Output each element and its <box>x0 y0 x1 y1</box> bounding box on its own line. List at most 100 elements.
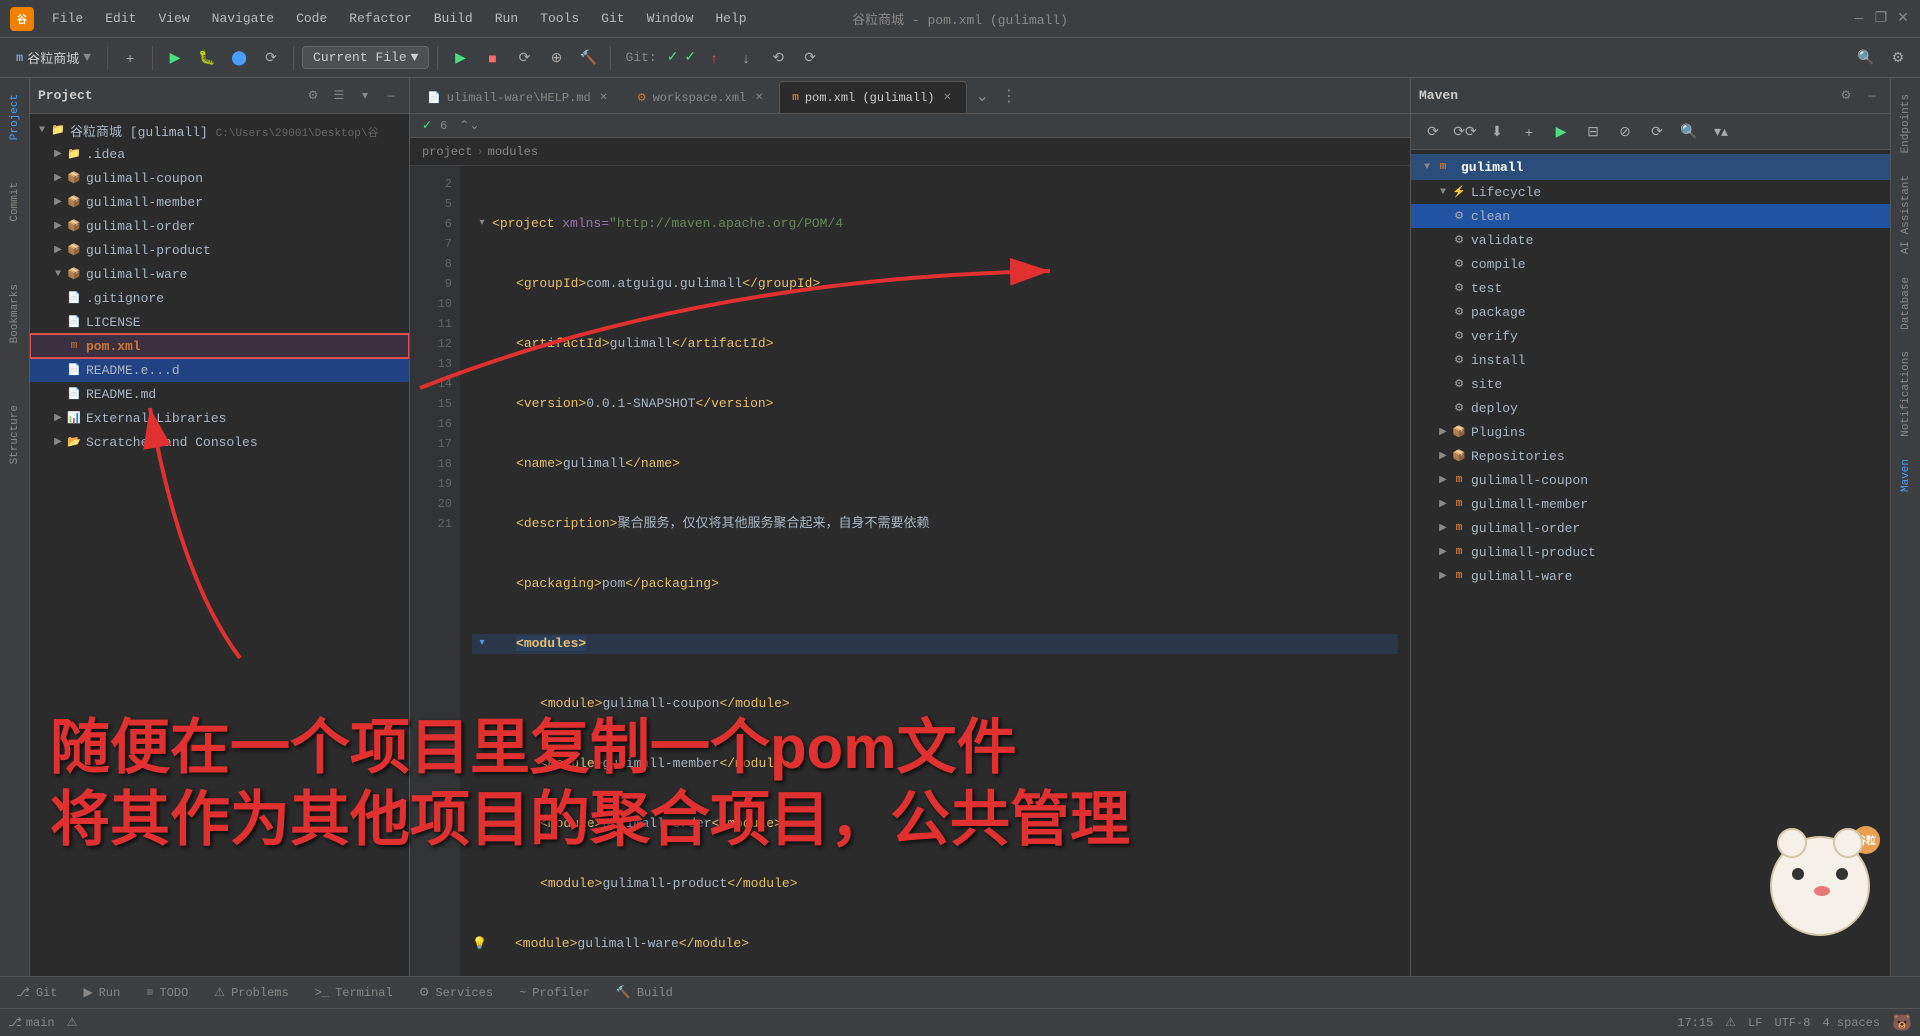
tree-item-readme-e[interactable]: 📄 README.e...d <box>30 358 409 382</box>
right-icon-endpoints[interactable]: Endpoints <box>1896 86 1916 161</box>
maven-refresh-all-button[interactable]: ⟳⟳ <box>1451 118 1479 146</box>
attach-button[interactable]: ⊕ <box>542 44 570 72</box>
menu-view[interactable]: View <box>148 7 199 30</box>
sidebar-icon-bookmarks[interactable]: Bookmarks <box>7 276 23 351</box>
tree-item-readme-md[interactable]: 📄 README.md <box>30 382 409 406</box>
menu-file[interactable]: File <box>42 7 93 30</box>
tree-root[interactable]: ▼ 📁 谷粒商城 [gulimall] C:\Users\29001\Deskt… <box>30 118 409 142</box>
maven-collapse-button[interactable]: ▾▴ <box>1707 118 1735 146</box>
close-button[interactable]: ✕ <box>1896 12 1910 26</box>
panel-collapse-icon[interactable]: ▾ <box>355 86 375 106</box>
tabs-overflow-button[interactable]: ⌄ <box>971 86 992 106</box>
sidebar-icon-commit[interactable]: Commit <box>7 174 23 230</box>
maven-root-item[interactable]: ▼ m gulimall <box>1411 154 1890 180</box>
menu-git[interactable]: Git <box>591 7 634 30</box>
maven-plugins-group[interactable]: ▶ 📦 Plugins <box>1411 420 1890 444</box>
maven-close-icon[interactable]: — <box>1862 86 1882 106</box>
menu-code[interactable]: Code <box>286 7 337 30</box>
maven-lifecycle-package[interactable]: ⚙ package <box>1411 300 1890 324</box>
project-selector[interactable]: m 谷粒商城 ▼ <box>8 44 99 71</box>
tab-pom-xml[interactable]: m pom.xml (gulimall) ✕ <box>779 81 967 113</box>
maven-download-button[interactable]: ⬇ <box>1483 118 1511 146</box>
settings-button[interactable]: ⚙ <box>1884 44 1912 72</box>
status-warnings2[interactable]: ⚠ <box>1725 1015 1736 1030</box>
run-button[interactable]: ▶ <box>161 44 189 72</box>
tree-item-member[interactable]: ▶ 📦 gulimall-member <box>30 190 409 214</box>
code-editor[interactable]: 2 5 6 7 8 9 10 11 12 13 14 15 16 17 18 1… <box>410 166 1410 976</box>
status-git-item[interactable]: ⎇ main <box>8 1015 55 1030</box>
tab-workspace-close-button[interactable]: ✕ <box>752 91 766 105</box>
status-indent[interactable]: 4 spaces <box>1822 1016 1880 1030</box>
fold-11-icon[interactable]: ▾ <box>472 634 492 654</box>
current-file-selector[interactable]: Current File ▼ <box>302 46 429 69</box>
menu-edit[interactable]: Edit <box>95 7 146 30</box>
maven-lifecycle-test[interactable]: ⚙ test <box>1411 276 1890 300</box>
panel-settings-icon[interactable]: ⚙ <box>303 86 323 106</box>
panel-layout-icon[interactable]: ☰ <box>329 86 349 106</box>
right-icon-database[interactable]: Database <box>1896 269 1916 338</box>
panel-pin-icon[interactable]: — <box>381 86 401 106</box>
profile-button[interactable]: ⟳ <box>257 44 285 72</box>
maven-lifecycle-install[interactable]: ⚙ install <box>1411 348 1890 372</box>
build-button[interactable]: 🔨 <box>574 44 602 72</box>
maven-settings-icon[interactable]: ⚙ <box>1836 86 1856 106</box>
maven-run-button[interactable]: ▶ <box>1547 118 1575 146</box>
menu-navigate[interactable]: Navigate <box>202 7 284 30</box>
maven-lifecycle-group[interactable]: ▼ ⚡ Lifecycle <box>1411 180 1890 204</box>
stop-button[interactable]: ■ <box>478 44 506 72</box>
maven-add-button[interactable]: + <box>1515 118 1543 146</box>
right-icon-maven[interactable]: Maven <box>1896 451 1916 500</box>
minimize-button[interactable]: — <box>1852 12 1866 26</box>
search-everywhere-button[interactable]: 🔍 <box>1852 44 1880 72</box>
tree-item-pom[interactable]: m pom.xml <box>30 334 409 358</box>
right-icon-ai[interactable]: AI Assistant <box>1896 167 1916 262</box>
coverage-button[interactable]: ⬤ <box>225 44 253 72</box>
tree-item-gitignore[interactable]: 📄 .gitignore <box>30 286 409 310</box>
tree-item-scratches[interactable]: ▶ 📂 Scratches and Consoles <box>30 430 409 454</box>
maven-lifecycle-clean[interactable]: ⚙ clean <box>1411 204 1890 228</box>
menu-build[interactable]: Build <box>424 7 483 30</box>
add-config-button[interactable]: + <box>116 44 144 72</box>
bottom-tab-todo[interactable]: ≡ TODO <box>134 979 200 1007</box>
maven-submodule-member[interactable]: ▶ m gulimall-member <box>1411 492 1890 516</box>
bottom-tab-services[interactable]: ⚙ Services <box>407 979 505 1007</box>
tree-item-coupon[interactable]: ▶ 📦 gulimall-coupon <box>30 166 409 190</box>
menu-window[interactable]: Window <box>637 7 704 30</box>
fold-2-icon[interactable]: ▾ <box>472 214 492 234</box>
maven-skip-button[interactable]: ⊘ <box>1611 118 1639 146</box>
maven-lifecycle-verify[interactable]: ⚙ verify <box>1411 324 1890 348</box>
tree-item-order[interactable]: ▶ 📦 gulimall-order <box>30 214 409 238</box>
maven-repositories-group[interactable]: ▶ 📦 Repositories <box>1411 444 1890 468</box>
status-warnings[interactable]: ⚠ <box>67 1015 78 1030</box>
maven-submodule-product[interactable]: ▶ m gulimall-product <box>1411 540 1890 564</box>
debug-button[interactable]: 🐛 <box>193 44 221 72</box>
git-push-button[interactable]: ↑ <box>700 44 728 72</box>
menu-run[interactable]: Run <box>485 7 528 30</box>
tree-item-license[interactable]: 📄 LICENSE <box>30 310 409 334</box>
tab-help-md[interactable]: 📄 ulimall-ware\HELP.md ✕ <box>414 81 624 113</box>
git-fetch-button[interactable]: ↓ <box>732 44 760 72</box>
bottom-tab-run[interactable]: ▶ Run <box>71 979 132 1007</box>
git-branch-button[interactable]: ⟳ <box>796 44 824 72</box>
maven-submodule-order[interactable]: ▶ m gulimall-order <box>1411 516 1890 540</box>
status-position[interactable]: 17:15 <box>1677 1016 1713 1030</box>
maven-search-button[interactable]: 🔍 <box>1675 118 1703 146</box>
menu-refactor[interactable]: Refactor <box>339 7 421 30</box>
code-content[interactable]: ▾ <project xmlns="http://maven.apache.or… <box>460 166 1410 976</box>
maven-lifecycle-validate[interactable]: ⚙ validate <box>1411 228 1890 252</box>
right-icon-notifications[interactable]: Notifications <box>1896 343 1916 445</box>
bottom-tab-git[interactable]: ⎇ Git <box>4 979 69 1007</box>
maximize-button[interactable]: ❐ <box>1874 12 1888 26</box>
tree-item-ware[interactable]: ▼ 📦 gulimall-ware <box>30 262 409 286</box>
maven-refresh-button[interactable]: ⟳ <box>1419 118 1447 146</box>
menu-tools[interactable]: Tools <box>530 7 589 30</box>
menu-help[interactable]: Help <box>705 7 756 30</box>
sidebar-icon-structure[interactable]: Structure <box>7 397 23 472</box>
tab-pom-close-button[interactable]: ✕ <box>940 91 954 105</box>
maven-lifecycle-compile[interactable]: ⚙ compile <box>1411 252 1890 276</box>
tree-item-idea[interactable]: ▶ 📁 .idea <box>30 142 409 166</box>
maven-submodule-ware[interactable]: ▶ m gulimall-ware <box>1411 564 1890 588</box>
bottom-tab-profiler[interactable]: ~ Profiler <box>507 979 602 1007</box>
bottom-tab-problems[interactable]: ⚠ Problems <box>202 979 300 1007</box>
maven-lifecycle-deploy[interactable]: ⚙ deploy <box>1411 396 1890 420</box>
